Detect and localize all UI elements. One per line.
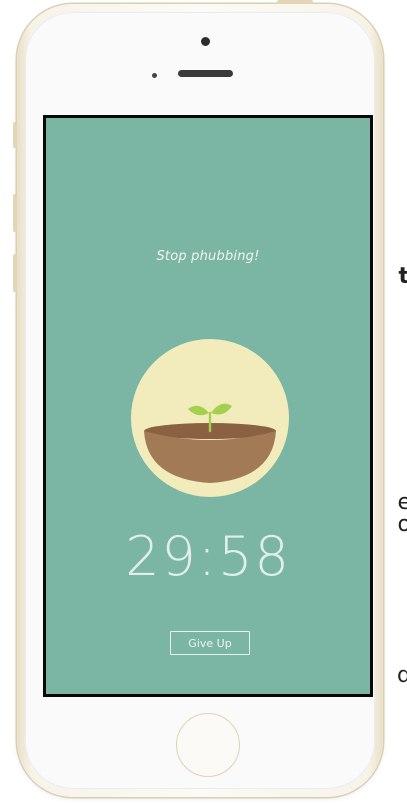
sprout-leaf-left bbox=[188, 405, 209, 416]
background-text-fragment: d bbox=[397, 663, 407, 688]
motivation-text: Stop phubbing! bbox=[156, 249, 260, 264]
proximity-sensor-icon bbox=[152, 73, 157, 78]
volume-down-button[interactable] bbox=[13, 254, 17, 292]
background-text-fragment: o bbox=[397, 512, 407, 537]
countdown-timer: 29:58 bbox=[125, 525, 291, 588]
give-up-button[interactable]: Give Up bbox=[170, 631, 250, 655]
power-button[interactable] bbox=[277, 0, 313, 4]
earpiece-speaker-icon bbox=[178, 70, 233, 77]
background-text-fragment: t bbox=[398, 264, 407, 289]
phone-screen: Stop phubbing! 29:58 Give Up bbox=[43, 115, 373, 697]
home-button[interactable] bbox=[176, 713, 240, 777]
silent-switch[interactable] bbox=[13, 122, 17, 148]
front-camera-icon bbox=[201, 37, 210, 46]
plant-illustration bbox=[144, 403, 276, 483]
canvas: t e o d Stop phubbing! 29:58 Give Up bbox=[0, 0, 407, 803]
sprout-in-pot-icon bbox=[131, 339, 289, 497]
focus-screen: Stop phubbing! 29:58 Give Up bbox=[46, 118, 370, 694]
volume-up-button[interactable] bbox=[13, 194, 17, 232]
sprout-leaf-right bbox=[211, 403, 232, 415]
